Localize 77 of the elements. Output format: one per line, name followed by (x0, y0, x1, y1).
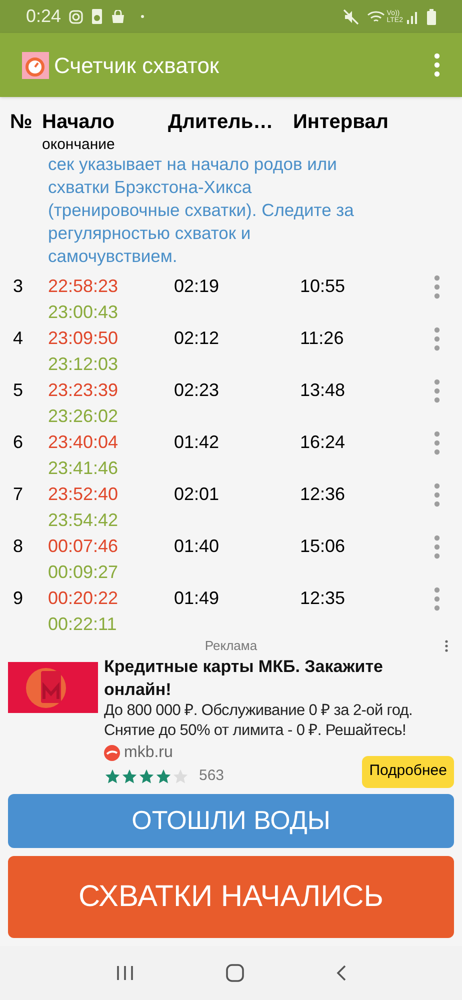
interval-cell-text: 12:35 (300, 587, 346, 610)
interval-cell-text: 11:26 (300, 327, 345, 350)
home-icon[interactable] (226, 964, 244, 982)
column-subheader: окончание (42, 137, 116, 154)
row-menu-icon[interactable] (434, 535, 440, 560)
row-menu-icon[interactable] (434, 275, 440, 300)
start-time: 23:52:40 (48, 483, 118, 506)
row-number: 5 (12, 379, 24, 402)
wifi-icon (366, 10, 385, 24)
details-button[interactable]: Подробнее (362, 756, 454, 788)
column-header: Начало (42, 110, 116, 136)
star-icon (104, 768, 121, 785)
dot-icon (141, 15, 144, 18)
row-menu-icon[interactable] (434, 431, 440, 456)
waters-broke-button[interactable]: ОТОШЛИ ВОДЫ (8, 794, 454, 848)
end-time: 00:22:11 (48, 613, 117, 636)
row-number: 7 (12, 483, 24, 506)
star-icon (172, 768, 189, 785)
start-time: 23:40:04 (48, 431, 118, 454)
start-time: 23:09:50 (48, 327, 118, 350)
column-header: Интервал (293, 110, 390, 136)
end-time: 00:09:27 (48, 561, 118, 584)
star-icon (155, 768, 172, 785)
end-time: 23:12:03 (48, 353, 118, 376)
interval-cell-text: 16:24 (300, 431, 346, 454)
ad-label: Реклама (204, 637, 258, 656)
row-number: 6 (12, 431, 24, 454)
info-note: сек указывает на начало родов или схватки Брэкстона-Хикса (тренировочные схватки). Следите за регулярностью схваток и самочувствием. (48, 153, 355, 268)
start-time: 23:23:39 (48, 379, 118, 402)
ad-title: Кредитные карты МКБ. Закажите онлайн! (104, 656, 384, 702)
star-icon (121, 768, 138, 785)
star-icon (138, 768, 155, 785)
advertiser-logo-icon (104, 745, 120, 762)
mute-icon (342, 8, 359, 24)
interval-cell-text: 15:06 (300, 535, 346, 558)
start-time: 00:20:22 (48, 587, 118, 610)
row-number: 9 (12, 587, 24, 610)
row-menu-icon[interactable] (434, 379, 440, 404)
duration-cell-text: 01:40 (174, 535, 220, 558)
start-time: 00:07:46 (48, 535, 118, 558)
end-time: 23:26:02 (48, 405, 118, 428)
interval-cell-text: 13:48 (300, 379, 346, 402)
ad-options-icon[interactable] (445, 640, 448, 652)
end-time: 23:00:43 (48, 301, 118, 324)
duration-cell-text: 02:23 (174, 379, 220, 402)
status-time: 0:24 (26, 5, 62, 28)
bag-icon (111, 10, 126, 24)
duration-cell-text: 02:19 (174, 275, 220, 298)
app-title: Счетчик схваток (54, 52, 220, 80)
duration-cell-text: 02:12 (174, 327, 220, 350)
more-options-icon[interactable] (434, 53, 440, 78)
back-icon[interactable] (336, 964, 346, 981)
battery-icon (427, 8, 436, 24)
end-time: 23:54:42 (48, 509, 118, 532)
start-time: 22:58:23 (48, 275, 118, 298)
row-menu-icon[interactable] (434, 587, 440, 612)
camera-icon (69, 10, 84, 24)
signal-icon (407, 10, 419, 24)
interval-cell-text: 10:55 (300, 275, 346, 298)
duration-cell-text: 01:49 (174, 587, 220, 610)
duration-cell-text: 01:42 (174, 431, 220, 454)
duration-cell-text: 02:01 (174, 483, 220, 506)
row-number: 8 (12, 535, 24, 558)
contractions-started-button[interactable]: СХВАТКИ НАЧАЛИСЬ (8, 856, 454, 938)
interval-cell-text: 12:36 (300, 483, 346, 506)
end-time: 23:41:46 (48, 457, 118, 480)
row-number: 4 (12, 327, 24, 350)
row-menu-icon[interactable] (434, 327, 440, 352)
row-number: 3 (12, 275, 24, 298)
recent-apps-icon[interactable] (116, 964, 134, 981)
row-menu-icon[interactable] (434, 483, 440, 508)
review-count: 563 (199, 766, 224, 786)
column-header: Длитель… (168, 110, 274, 136)
column-header: № (10, 110, 34, 136)
app-logo-icon (22, 52, 49, 79)
ad-text: До 800 000 ₽. Обслуживание 0 ₽ за 2-ой год. Снятие до 50% от лимита - 0 ₽. Решайтесь! (104, 701, 414, 742)
ad-domain: mkb.ru (124, 743, 173, 764)
